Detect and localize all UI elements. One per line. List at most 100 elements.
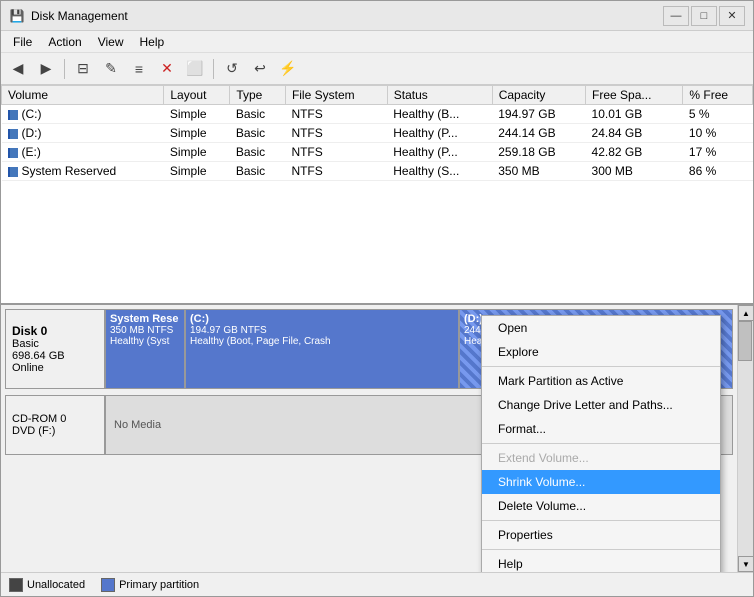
volume-table-container: Volume Layout Type File System Status Ca… <box>1 85 753 305</box>
col-type[interactable]: Type <box>230 86 286 105</box>
close-button[interactable]: ✕ <box>719 6 745 26</box>
legend-primary-box <box>101 578 115 592</box>
cell-pct: 17 % <box>683 143 753 162</box>
partition-c[interactable]: (C:) 194.97 GB NTFS Healthy (Boot, Page … <box>186 310 460 388</box>
col-freespace[interactable]: Free Spa... <box>586 86 683 105</box>
ctx-change-letter[interactable]: Change Drive Letter and Paths... <box>482 393 720 417</box>
vertical-scrollbar: ▲ ▼ <box>737 305 753 572</box>
ctx-delete[interactable]: Delete Volume... <box>482 494 720 518</box>
minimize-button[interactable]: — <box>663 6 689 26</box>
cell-fs: NTFS <box>285 105 387 124</box>
delete-button[interactable]: ✕ <box>154 57 180 81</box>
undo-button[interactable]: ↩ <box>247 57 273 81</box>
cell-volume: System Reserved <box>2 162 164 181</box>
ctx-open[interactable]: Open <box>482 316 720 340</box>
forward-button[interactable]: ▶ <box>33 57 59 81</box>
cell-status: Healthy (P... <box>387 124 492 143</box>
ctx-sep-4 <box>482 549 720 550</box>
ctx-explore[interactable]: Explore <box>482 340 720 364</box>
col-volume[interactable]: Volume <box>2 86 164 105</box>
cell-fs: NTFS <box>285 143 387 162</box>
window-icon: 💾 <box>9 8 25 24</box>
partition-sysreserved-d1: 350 MB NTFS <box>110 325 180 336</box>
cell-type: Basic <box>230 143 286 162</box>
partition-sysreserved-name: System Rese <box>110 313 180 325</box>
scrollbar-down[interactable]: ▼ <box>738 556 753 572</box>
ctx-sep-1 <box>482 366 720 367</box>
toolbar-sep-1 <box>64 59 65 79</box>
cell-volume: (E:) <box>2 143 164 162</box>
legend-unallocated-label: Unallocated <box>27 579 85 591</box>
cell-type: Basic <box>230 124 286 143</box>
partition-sysreserved[interactable]: System Rese 350 MB NTFS Healthy (Syst <box>106 310 186 388</box>
refresh-button[interactable]: ↺ <box>219 57 245 81</box>
export-button[interactable]: ⬜ <box>182 57 208 81</box>
scrollbar-track[interactable] <box>738 321 753 556</box>
legend-unallocated: Unallocated <box>9 578 85 592</box>
ctx-properties[interactable]: Properties <box>482 523 720 547</box>
col-capacity[interactable]: Capacity <box>492 86 585 105</box>
table-row[interactable]: System Reserved Simple Basic NTFS Health… <box>2 162 753 181</box>
ctx-format[interactable]: Format... <box>482 417 720 441</box>
ctx-shrink[interactable]: Shrink Volume... <box>482 470 720 494</box>
menu-bar: File Action View Help <box>1 31 753 53</box>
cell-status: Healthy (B... <box>387 105 492 124</box>
ctx-extend: Extend Volume... <box>482 446 720 470</box>
disk0-size: 698.64 GB <box>12 350 98 362</box>
table-row[interactable]: (D:) Simple Basic NTFS Healthy (P... 244… <box>2 124 753 143</box>
toolbar-sep-2 <box>213 59 214 79</box>
title-bar-controls: — □ ✕ <box>663 6 745 26</box>
menu-file[interactable]: File <box>5 33 40 51</box>
col-status[interactable]: Status <box>387 86 492 105</box>
edit-button[interactable]: ✎ <box>98 57 124 81</box>
toolbar: ◀ ▶ ⊟ ✎ ≡ ✕ ⬜ ↺ ↩ ⚡ <box>1 53 753 85</box>
cell-pct: 86 % <box>683 162 753 181</box>
cell-capacity: 194.97 GB <box>492 105 585 124</box>
col-pctfree[interactable]: % Free <box>683 86 753 105</box>
disk0-type: Basic <box>12 338 98 350</box>
cell-pct: 10 % <box>683 124 753 143</box>
cell-volume: (D:) <box>2 124 164 143</box>
scrollbar-up[interactable]: ▲ <box>738 305 753 321</box>
window-title: Disk Management <box>31 9 663 23</box>
scrollbar-thumb[interactable] <box>738 321 752 361</box>
menu-action[interactable]: Action <box>40 33 89 51</box>
back-button[interactable]: ◀ <box>5 57 31 81</box>
list-button[interactable]: ≡ <box>126 57 152 81</box>
cell-free: 24.84 GB <box>586 124 683 143</box>
cell-fs: NTFS <box>285 124 387 143</box>
cdrom0-status: No Media <box>114 419 161 431</box>
disk0-status: Online <box>12 362 98 374</box>
cell-free: 300 MB <box>586 162 683 181</box>
maximize-button[interactable]: □ <box>691 6 717 26</box>
partition-c-d1: 194.97 GB NTFS <box>190 325 454 336</box>
cell-capacity: 244.14 GB <box>492 124 585 143</box>
settings-button[interactable]: ⚡ <box>275 57 301 81</box>
cell-fs: NTFS <box>285 162 387 181</box>
ctx-sep-2 <box>482 443 720 444</box>
col-layout[interactable]: Layout <box>164 86 230 105</box>
context-menu: Open Explore Mark Partition as Active Ch… <box>481 315 721 572</box>
disk-area-wrapper: Disk 0 Basic 698.64 GB Online System Res… <box>1 305 753 596</box>
legend-primary: Primary partition <box>101 578 199 592</box>
cell-type: Basic <box>230 105 286 124</box>
cell-capacity: 350 MB <box>492 162 585 181</box>
menu-help[interactable]: Help <box>132 33 173 51</box>
menu-view[interactable]: View <box>90 33 132 51</box>
legend: Unallocated Primary partition <box>1 572 753 596</box>
main-content: Volume Layout Type File System Status Ca… <box>1 85 753 596</box>
view-button[interactable]: ⊟ <box>70 57 96 81</box>
cdrom0-name: CD-ROM 0 <box>12 413 98 425</box>
cell-status: Healthy (P... <box>387 143 492 162</box>
ctx-mark-active[interactable]: Mark Partition as Active <box>482 369 720 393</box>
col-filesystem[interactable]: File System <box>285 86 387 105</box>
cdrom0-info: CD-ROM 0 DVD (F:) <box>5 395 105 455</box>
cdrom0-letter: DVD (F:) <box>12 425 98 437</box>
ctx-help[interactable]: Help <box>482 552 720 572</box>
table-row[interactable]: (E:) Simple Basic NTFS Healthy (P... 259… <box>2 143 753 162</box>
disk-main: Disk 0 Basic 698.64 GB Online System Res… <box>1 305 737 572</box>
table-row[interactable]: (C:) Simple Basic NTFS Healthy (B... 194… <box>2 105 753 124</box>
legend-primary-label: Primary partition <box>119 579 199 591</box>
cell-layout: Simple <box>164 162 230 181</box>
cell-layout: Simple <box>164 124 230 143</box>
